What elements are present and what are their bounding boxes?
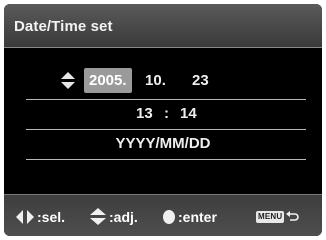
month-separator: . [161,72,166,89]
return-arrow-icon [286,211,300,223]
center-button-icon [163,210,175,224]
up-down-arrows-icon [61,72,75,90]
up-down-arrows-icon [90,208,106,226]
adjust-hint-label: :adj. [109,209,138,225]
year-separator: . [122,72,127,89]
enter-hint: :enter [163,207,217,227]
divider [26,159,306,160]
adjust-hint: :adj. [90,207,138,227]
camera-lcd-screen: Date/Time set 2005. 10. 23 13 : 14 YYYY/… [4,4,322,236]
select-hint: :sel. [16,207,65,227]
select-hint-label: :sel. [37,209,66,225]
menu-header: Date/Time set [4,4,322,48]
year-value: 2005 [89,72,123,89]
left-right-arrows-icon [16,209,34,225]
divider [26,99,306,100]
menu-button-badge: MENU [256,211,285,223]
menu-back-hint: MENU [256,207,300,227]
time-separator: : [164,105,169,122]
day-field[interactable]: 23 [192,71,209,91]
month-value: 10 [145,72,162,89]
year-field[interactable]: 2005. [84,68,132,93]
button-hints-bar: :sel. :adj. :enter MENU [4,194,322,236]
hour-field[interactable]: 13 [136,104,153,124]
enter-hint-label: :enter [178,209,217,225]
date-format-field[interactable]: YYYY/MM/DD [4,134,322,154]
divider [26,129,306,130]
date-time-panel: 2005. 10. 23 13 : 14 YYYY/MM/DD [4,49,322,194]
page-title: Date/Time set [14,18,113,35]
month-field[interactable]: 10. [145,71,166,91]
minute-field[interactable]: 14 [180,104,197,124]
